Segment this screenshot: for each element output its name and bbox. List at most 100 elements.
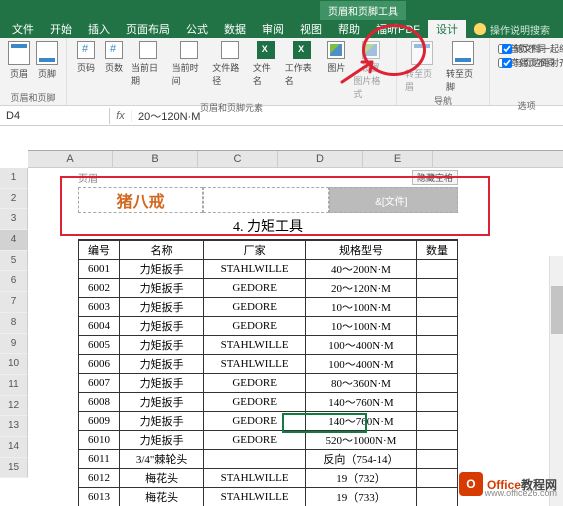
table-row[interactable]: 6007力矩扳手GEDORE80～360N·M [79,374,458,393]
scale-with-doc-checkbox[interactable]: 随文档一起缩 [502,42,563,55]
table-row[interactable]: 6008力矩扳手GEDORE140～760N·M [79,393,458,412]
table-cell[interactable] [204,450,306,469]
page-count-button[interactable]: 页数 [101,40,127,75]
tab-file[interactable]: 文件 [4,19,42,39]
hide-whitespace-button[interactable]: 隐藏空格 [412,170,458,185]
table-row[interactable]: 6012梅花头STAHLWILLE19（732） [79,469,458,488]
header-button[interactable]: 页眉 [6,40,32,81]
row-header[interactable]: 14 [0,437,28,458]
tab-home[interactable]: 开始 [42,19,80,39]
table-row[interactable]: 60113/4"棘轮头 反向（754-14） [79,450,458,469]
table-cell[interactable] [417,450,458,469]
table-cell[interactable]: 力矩扳手 [119,355,203,374]
table-cell[interactable]: GEDORE [204,317,306,336]
table-cell[interactable]: 力矩扳手 [119,298,203,317]
current-time-button[interactable]: 当前时间 [170,40,209,88]
table-cell[interactable]: 6008 [79,393,120,412]
tab-view[interactable]: 视图 [292,19,330,39]
table-cell[interactable]: 6003 [79,298,120,317]
table-cell[interactable]: 100～400N·M [305,355,416,374]
tab-help[interactable]: 帮助 [330,19,368,39]
table-header-cell[interactable]: 规格型号 [305,241,416,260]
align-margins-checkbox[interactable]: 与页边距对齐 [502,56,563,69]
table-cell[interactable]: GEDORE [204,412,306,431]
table-cell[interactable]: 力矩扳手 [119,393,203,412]
table-cell[interactable]: 6010 [79,431,120,450]
col-header[interactable]: C [198,151,278,167]
tab-formulas[interactable]: 公式 [178,19,216,39]
page-header-editor[interactable]: 页眉 隐藏空格 猪八戒 &[文件] [78,168,458,213]
row-header[interactable]: 13 [0,416,28,437]
table-header-cell[interactable]: 数量 [417,241,458,260]
scrollbar-thumb[interactable] [551,286,563,334]
row-header[interactable]: 5 [0,251,28,272]
table-cell[interactable]: 力矩扳手 [119,431,203,450]
page-number-button[interactable]: 页码 [73,40,99,75]
table-cell[interactable] [417,469,458,488]
header-right-section[interactable]: &[文件] [329,187,458,213]
table-row[interactable]: 6013梅花头STAHLWILLE19（733） [79,488,458,506]
table-header-cell[interactable]: 厂家 [204,241,306,260]
tab-foxit-pdf[interactable]: 福昕PDF [368,19,428,39]
table-cell[interactable]: 6009 [79,412,120,431]
table-header-cell[interactable]: 编号 [79,241,120,260]
table-row[interactable]: 6009力矩扳手GEDORE140～760N·M [79,412,458,431]
row-header[interactable]: 6 [0,271,28,292]
table-cell[interactable]: 3/4"棘轮头 [119,450,203,469]
table-cell[interactable]: 520～1000N·M [305,431,416,450]
col-header[interactable]: B [113,151,198,167]
table-row[interactable]: 6010力矩扳手GEDORE520～1000N·M [79,431,458,450]
table-row[interactable]: 6003力矩扳手GEDORE10～100N·M [79,298,458,317]
table-cell[interactable] [417,317,458,336]
table-cell[interactable]: 6011 [79,450,120,469]
tab-data[interactable]: 数据 [216,19,254,39]
table-cell[interactable]: STAHLWILLE [204,469,306,488]
table-cell[interactable] [417,336,458,355]
goto-footer-button[interactable]: 转至页脚 [444,40,483,94]
table-cell[interactable]: 20～120N·M [305,279,416,298]
table-cell[interactable]: 梅花头 [119,488,203,506]
table-cell[interactable]: 6006 [79,355,120,374]
table-cell[interactable] [417,279,458,298]
table-cell[interactable]: 19（733） [305,488,416,506]
picture-button[interactable]: 图片 [323,40,349,75]
data-table[interactable]: 编号名称厂家规格型号数量 6001力矩扳手STAHLWILLE40～200N·M… [78,240,458,506]
table-cell[interactable]: 6012 [79,469,120,488]
table-cell[interactable]: 6007 [79,374,120,393]
table-row[interactable]: 6001力矩扳手STAHLWILLE40～200N·M [79,260,458,279]
column-headers[interactable]: ABCDE [28,150,563,168]
row-header[interactable]: 11 [0,375,28,396]
table-cell[interactable] [417,431,458,450]
row-header[interactable]: 7 [0,292,28,313]
tab-review[interactable]: 审阅 [254,19,292,39]
table-cell[interactable]: GEDORE [204,298,306,317]
row-header[interactable]: 1 [0,168,28,189]
file-name-button[interactable]: 文件名 [251,40,281,88]
row-header[interactable]: 8 [0,313,28,334]
table-cell[interactable]: 6005 [79,336,120,355]
table-cell[interactable]: 6002 [79,279,120,298]
col-header[interactable]: D [278,151,363,167]
row-header[interactable]: 12 [0,396,28,417]
table-header-cell[interactable]: 名称 [119,241,203,260]
row-headers[interactable]: 123456789101112131415 [0,168,28,478]
table-cell[interactable]: 40～200N·M [305,260,416,279]
table-cell[interactable]: 10～100N·M [305,317,416,336]
table-cell[interactable]: STAHLWILLE [204,336,306,355]
footer-button[interactable]: 页脚 [34,40,60,81]
tab-insert[interactable]: 插入 [80,19,118,39]
row-header[interactable]: 15 [0,458,28,479]
table-row[interactable]: 6002力矩扳手GEDORE20～120N·M [79,279,458,298]
table-cell[interactable]: 反向（754-14） [305,450,416,469]
table-cell[interactable]: 100～400N·M [305,336,416,355]
tell-me-search[interactable]: 操作说明搜索 [474,22,550,37]
table-cell[interactable]: 梅花头 [119,469,203,488]
table-cell[interactable] [417,260,458,279]
table-cell[interactable]: 力矩扳手 [119,317,203,336]
table-cell[interactable] [417,393,458,412]
current-date-button[interactable]: 当前日期 [129,40,168,88]
table-cell[interactable]: 19（732） [305,469,416,488]
row-header[interactable]: 9 [0,334,28,355]
table-cell[interactable]: GEDORE [204,431,306,450]
table-cell[interactable] [417,412,458,431]
